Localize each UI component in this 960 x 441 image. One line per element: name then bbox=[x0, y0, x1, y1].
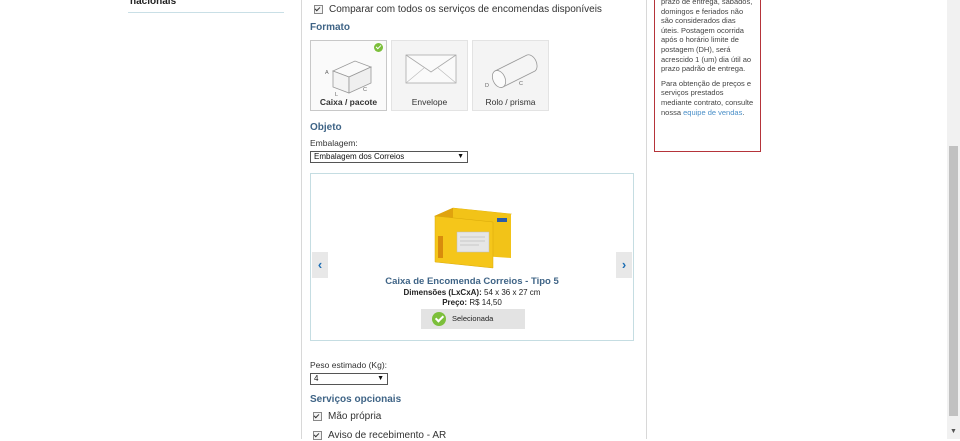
shipping-form: Comparar com todos os serviços de encome… bbox=[301, 0, 647, 441]
sales-team-link[interactable]: equipe de vendas bbox=[683, 108, 742, 117]
servico-label: Mão própria bbox=[328, 411, 382, 422]
selected-label: Selecionada bbox=[452, 314, 494, 323]
sidebar-divider bbox=[128, 12, 284, 13]
format-option-envelope[interactable]: Envelope bbox=[391, 40, 468, 111]
envelope-icon bbox=[405, 54, 457, 84]
box-dim-c: C bbox=[363, 87, 367, 93]
product-dimensions: Dimensões (LxCxA): 54 x 36 x 27 cm bbox=[311, 288, 633, 297]
packaging-carousel: ‹ › Caixa de Encomenda Correios - Tipo 5… bbox=[310, 173, 634, 341]
info-paragraph-contrato: Para obtenção de preços e serviços prest… bbox=[661, 79, 754, 117]
cylinder-icon: D C bbox=[485, 54, 538, 89]
compare-label: Comparar com todos os serviços de encome… bbox=[329, 4, 602, 15]
scrollbar-thumb[interactable] bbox=[949, 146, 958, 416]
carousel-next-button[interactable]: › bbox=[616, 252, 632, 278]
dimensions-value: 54 x 36 x 27 cm bbox=[484, 288, 541, 297]
embalagem-select[interactable]: Embalagem dos Correios ▼ bbox=[310, 151, 468, 163]
box-dim-a: A bbox=[325, 70, 329, 76]
format-option-caixa[interactable]: A L C Caixa / pacote bbox=[310, 40, 387, 111]
selected-check-icon bbox=[374, 43, 383, 52]
info-box: prazo de entrega, sábados, domingos e fe… bbox=[654, 0, 761, 152]
carousel-prev-button[interactable]: ‹ bbox=[312, 252, 328, 278]
peso-select[interactable]: 4 ▼ bbox=[310, 373, 388, 385]
check-circle-icon bbox=[432, 312, 446, 326]
peso-label: Peso estimado (Kg): bbox=[310, 360, 388, 370]
peso-value: 4 bbox=[314, 374, 319, 383]
product-name: Caixa de Encomenda Correios - Tipo 5 bbox=[385, 276, 559, 287]
formato-title: Formato bbox=[310, 22, 350, 33]
info-paragraph-prazo: prazo de entrega, sábados, domingos e fe… bbox=[661, 0, 753, 74]
compare-checkbox[interactable] bbox=[314, 4, 323, 14]
mao-propria-checkbox[interactable] bbox=[313, 411, 322, 421]
dropdown-arrow-icon: ▼ bbox=[457, 153, 464, 160]
objeto-title: Objeto bbox=[310, 122, 342, 133]
format-label: Rolo / prisma bbox=[485, 97, 536, 107]
servico-aviso-recebimento[interactable]: Aviso de recebimento - AR bbox=[313, 430, 446, 441]
scroll-down-icon[interactable]: ▼ bbox=[947, 425, 960, 439]
sidebar-link-nacionais[interactable]: nacionais bbox=[130, 0, 176, 7]
compare-services-option[interactable]: Comparar com todos os serviços de encome… bbox=[314, 4, 602, 15]
cylinder-dim-d: D bbox=[485, 83, 489, 89]
embalagem-value: Embalagem dos Correios bbox=[314, 152, 405, 161]
format-label: Caixa / pacote bbox=[319, 97, 378, 107]
servicos-title: Serviços opcionais bbox=[310, 394, 402, 405]
servico-label: Aviso de recebimento - AR bbox=[328, 430, 447, 441]
selected-button[interactable]: Selecionada bbox=[421, 309, 525, 329]
dimensions-label: Dimensões (LxCxA): bbox=[403, 288, 482, 297]
cylinder-dim-c: C bbox=[519, 81, 523, 87]
product-price: Preço: R$ 14,50 bbox=[311, 298, 633, 307]
dropdown-arrow-icon: ▼ bbox=[377, 375, 384, 382]
price-label: Preço: bbox=[442, 298, 468, 307]
format-label: Envelope bbox=[411, 97, 448, 107]
price-value: R$ 14,50 bbox=[469, 298, 502, 307]
format-option-rolo[interactable]: D C Rolo / prisma bbox=[472, 40, 549, 111]
servico-mao-propria[interactable]: Mão própria bbox=[313, 411, 381, 422]
embalagem-label: Embalagem: bbox=[310, 138, 358, 148]
info-period: . bbox=[742, 107, 745, 117]
correios-box-image bbox=[433, 207, 513, 269]
